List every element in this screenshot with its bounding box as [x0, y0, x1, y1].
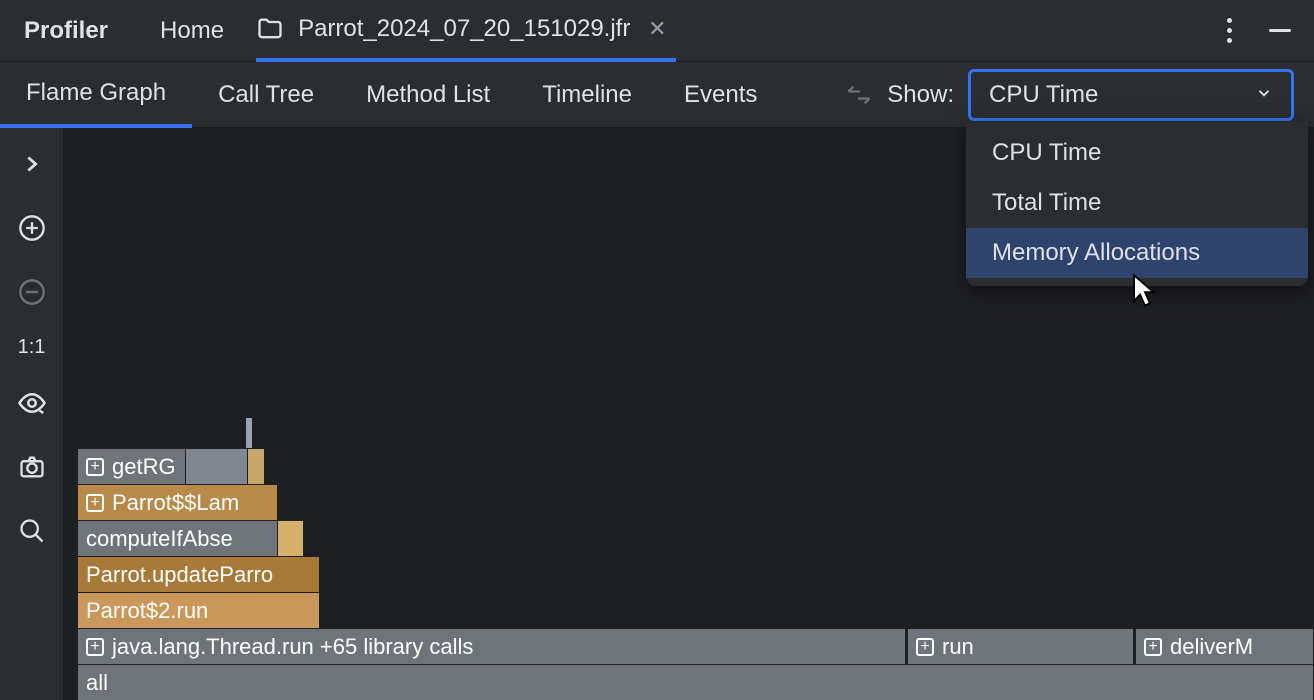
show-select-value: CPU Time	[989, 81, 1098, 109]
flame-bar[interactable]: + java.lang.Thread.run +65 library calls	[78, 628, 906, 664]
expand-icon[interactable]: +	[86, 638, 104, 656]
show-option-memory-allocations[interactable]: Memory Allocations	[966, 228, 1308, 278]
titlebar: Profiler Home Parrot_2024_07_20_151029.j…	[0, 0, 1314, 62]
camera-icon[interactable]	[12, 447, 52, 487]
left-toolbar: 1:1	[0, 128, 64, 700]
eye-icon[interactable]	[12, 383, 52, 423]
swap-icon[interactable]	[839, 75, 879, 115]
expand-icon[interactable]: +	[1144, 638, 1162, 656]
flame-bar-label: Parrot$$Lam	[112, 490, 239, 516]
show-selector-wrap: Show: CPU Time	[887, 69, 1294, 121]
flame-bar-label: run	[942, 634, 974, 660]
tab-flame-graph[interactable]: Flame Graph	[0, 62, 192, 128]
zoom-ratio-button[interactable]: 1:1	[18, 336, 46, 359]
folder-icon	[256, 15, 284, 43]
flame-bar[interactable]	[278, 520, 304, 556]
zoom-in-icon[interactable]	[12, 208, 52, 248]
chevron-down-icon	[1255, 81, 1273, 109]
search-icon[interactable]	[12, 511, 52, 551]
flame-bar-label: deliverM	[1170, 634, 1253, 660]
titlebar-actions	[1218, 16, 1294, 46]
flame-bar-label: Parrot.updateParro	[86, 562, 273, 588]
show-option-total-time[interactable]: Total Time	[966, 178, 1308, 228]
mouse-cursor-icon	[1132, 274, 1158, 313]
flame-bar[interactable]: + Parrot$$Lam	[78, 484, 278, 520]
expand-icon[interactable]: +	[86, 458, 104, 476]
tab-events[interactable]: Events	[658, 62, 783, 128]
flame-bar[interactable]: + getRG	[78, 448, 186, 484]
flame-bar[interactable]: + deliverM	[1136, 628, 1314, 664]
tab-call-tree[interactable]: Call Tree	[192, 62, 340, 128]
file-tab[interactable]: Parrot_2024_07_20_151029.jfr ✕	[256, 0, 676, 62]
flame-bar-label: Parrot$2.run	[86, 598, 208, 624]
minimize-button[interactable]	[1266, 17, 1294, 45]
flame-bar[interactable]: all	[78, 664, 1314, 700]
tab-method-list[interactable]: Method List	[340, 62, 516, 128]
flame-bar[interactable]: Parrot.updateParro	[78, 556, 320, 592]
expand-right-icon[interactable]	[12, 144, 52, 184]
tab-timeline[interactable]: Timeline	[516, 62, 658, 128]
flame-bar[interactable]: + run	[908, 628, 1134, 664]
expand-icon[interactable]: +	[86, 494, 104, 512]
kebab-menu-icon[interactable]	[1218, 16, 1240, 46]
view-tabbar: Flame Graph Call Tree Method List Timeli…	[0, 62, 1314, 128]
show-select[interactable]: CPU Time	[968, 69, 1294, 121]
flame-bar[interactable]	[186, 448, 248, 484]
flame-bar-label: getRG	[112, 454, 176, 480]
zoom-out-icon[interactable]	[12, 272, 52, 312]
close-icon[interactable]: ✕	[644, 16, 670, 42]
flame-bar[interactable]: Parrot$2.run	[78, 592, 320, 628]
show-option-cpu-time[interactable]: CPU Time	[966, 128, 1308, 178]
expand-icon[interactable]: +	[916, 638, 934, 656]
flame-marker	[246, 418, 252, 448]
flame-bar-label: computeIfAbse	[86, 526, 233, 552]
home-tab[interactable]: Home	[150, 17, 234, 45]
flame-bar[interactable]: computeIfAbse	[78, 520, 278, 556]
flame-bar-label: java.lang.Thread.run +65 library calls	[112, 634, 473, 660]
flame-bar[interactable]	[248, 448, 265, 484]
show-label: Show:	[887, 81, 954, 109]
show-dropdown: CPU Time Total Time Memory Allocations	[966, 122, 1308, 286]
flame-bar-label: all	[86, 670, 108, 696]
file-tab-label: Parrot_2024_07_20_151029.jfr	[298, 15, 630, 43]
app-title: Profiler	[24, 17, 108, 45]
